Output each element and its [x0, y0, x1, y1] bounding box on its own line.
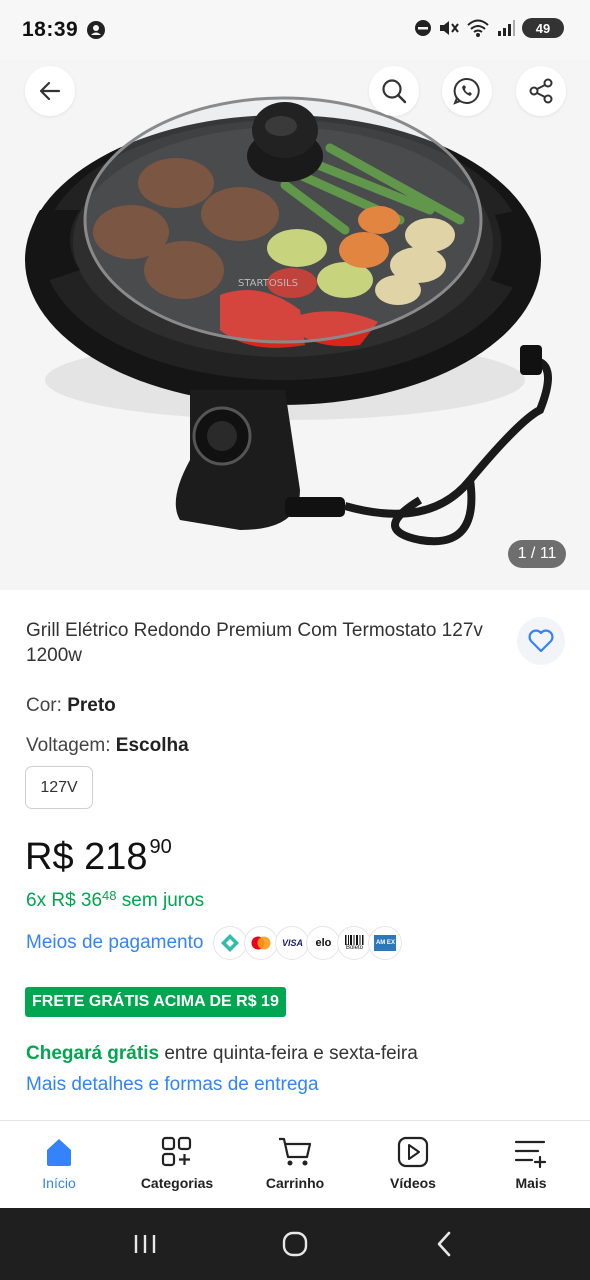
delivery-highlight: Chegará grátis	[26, 1043, 160, 1064]
status-bar: 18:39 49	[0, 0, 590, 60]
product-title: Grill Elétrico Redondo Premium Com Termo…	[26, 620, 483, 666]
color-label: Cor:	[26, 695, 68, 716]
price: R$ 218 90	[25, 836, 172, 879]
price-cents: 90	[149, 836, 172, 858]
product-page: 18:39 49 STARTOSILS 1 / 11 Grill Elétric…	[0, 0, 590, 1280]
recent-apps-button[interactable]	[130, 1229, 160, 1259]
nav-label-mais: Mais	[515, 1175, 547, 1191]
nav-label-videos: Vídeos	[390, 1175, 436, 1191]
elo-icon: elo	[306, 926, 341, 960]
nav-item-categorias[interactable]: Categorias	[118, 1121, 236, 1208]
boleto-icon: Boleto	[337, 926, 372, 960]
back-system-button[interactable]	[430, 1229, 460, 1259]
payment-methods-link[interactable]: Meios de pagamento	[26, 932, 203, 954]
back-button[interactable]	[25, 66, 75, 116]
whatsapp-share-button[interactable]	[442, 66, 492, 116]
installments-suffix: sem juros	[116, 890, 205, 911]
video-icon	[397, 1136, 429, 1168]
battery-indicator: 49	[522, 18, 564, 38]
image-counter: 1 / 11	[508, 540, 566, 568]
price-main: R$ 218	[25, 836, 148, 878]
status-time: 18:39	[22, 18, 79, 41]
voltage-label: Voltagem:	[26, 735, 116, 756]
payment-methods-row[interactable]: Meios de pagamento VISA elo Boleto AM EX	[26, 925, 403, 961]
color-value: Preto	[67, 695, 116, 716]
product-image-gallery[interactable]: STARTOSILS 1 / 11	[0, 60, 590, 590]
share-button[interactable]	[516, 66, 566, 116]
heart-icon	[528, 629, 554, 653]
account-status-icon	[86, 20, 106, 45]
installments-prefix: 6x R$ 36	[26, 890, 103, 911]
installments: 6x R$ 3648 sem juros	[26, 888, 205, 912]
voltage-option-127v[interactable]: 127V	[25, 766, 93, 809]
more-icon	[514, 1140, 547, 1169]
signal-icon	[498, 20, 515, 36]
delivery-details-link[interactable]: Mais detalhes e formas de entrega	[26, 1074, 319, 1096]
system-navigation-bar	[0, 1208, 590, 1280]
dnd-icon	[415, 20, 431, 36]
product-image: STARTOSILS	[25, 96, 552, 546]
search-icon	[382, 79, 407, 104]
nav-label-categorias: Categorias	[140, 1175, 214, 1191]
free-shipping-badge: FRETE GRÁTIS ACIMA DE R$ 19	[25, 987, 286, 1017]
favorite-button[interactable]	[517, 617, 565, 665]
nav-item-inicio[interactable]: Início	[0, 1121, 118, 1208]
categories-icon	[161, 1136, 192, 1167]
bottom-navigation: Início Categorias Carrinho Vídeos Mais	[0, 1120, 590, 1208]
status-icons: 49	[414, 18, 564, 38]
product-image-brand-text: STARTOSILS	[238, 278, 298, 289]
nav-item-videos[interactable]: Vídeos	[354, 1121, 472, 1208]
color-attribute: Cor: Preto	[26, 695, 116, 717]
delivery-text: entre quinta-feira e sexta-feira	[159, 1043, 418, 1064]
nav-item-mais[interactable]: Mais	[472, 1121, 590, 1208]
pix-icon	[213, 926, 248, 960]
nav-item-carrinho[interactable]: Carrinho	[236, 1121, 354, 1208]
nav-label-carrinho: Carrinho	[265, 1175, 325, 1191]
home-system-button[interactable]	[280, 1229, 310, 1259]
nav-label-inicio: Início	[42, 1175, 76, 1191]
voltage-attribute: Voltagem: Escolha	[26, 735, 189, 757]
wifi-icon	[467, 19, 489, 37]
visa-icon: VISA	[275, 926, 310, 960]
search-button[interactable]	[369, 66, 419, 116]
installments-cents: 48	[102, 888, 117, 903]
arrow-left-icon	[39, 81, 61, 101]
home-icon	[47, 1139, 71, 1166]
boleto-label: Boleto	[345, 945, 363, 951]
amex-icon: AM EX	[368, 926, 403, 960]
mastercard-icon	[244, 926, 279, 960]
mute-icon	[440, 21, 459, 35]
cart-icon	[279, 1137, 312, 1166]
voltage-value: Escolha	[115, 735, 189, 756]
delivery-estimate: Chegará grátis entre quinta-feira e sext…	[26, 1043, 418, 1065]
share-icon	[529, 78, 553, 104]
amex-label: AM EX	[374, 935, 397, 951]
whatsapp-icon	[453, 77, 480, 105]
